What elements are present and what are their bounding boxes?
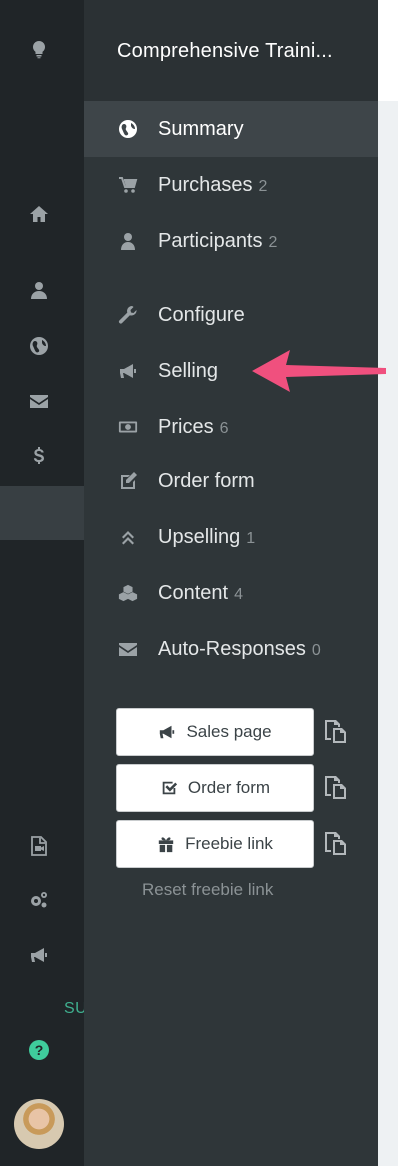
copy-icon[interactable] — [322, 718, 348, 744]
globe-icon[interactable] — [26, 333, 52, 359]
help-icon[interactable]: ? — [29, 1040, 49, 1060]
nav-item-purchases[interactable]: Purchases 2 — [84, 157, 378, 213]
nav-label: Prices 6 — [158, 415, 229, 438]
video-file-icon[interactable] — [26, 833, 52, 859]
megaphone-icon — [117, 360, 139, 382]
nav-count: 1 — [246, 529, 256, 547]
freebie-link-label: Freebie link — [185, 834, 273, 853]
gift-icon — [158, 837, 174, 853]
nav-label: Content 4 — [158, 581, 243, 604]
globe-icon — [117, 118, 139, 140]
envelope-icon — [117, 638, 139, 660]
course-title[interactable]: Comprehensive Traini... — [117, 40, 357, 63]
nav-item-order-form[interactable]: Order form — [84, 453, 378, 509]
reset-freebie-link[interactable]: Reset freebie link — [142, 880, 273, 900]
megaphone-icon — [160, 725, 175, 739]
rail-active-slot[interactable] — [0, 486, 84, 540]
nav-label: Participants 2 — [158, 229, 278, 252]
nav-label: Configure — [158, 303, 245, 326]
megaphone-icon[interactable] — [26, 942, 52, 968]
support-label[interactable]: SU — [64, 1000, 84, 1018]
nav-count: 4 — [234, 585, 243, 603]
nav-count: 6 — [219, 419, 229, 437]
copy-icon[interactable] — [322, 774, 348, 800]
wrench-icon — [117, 304, 139, 326]
nav-item-participants[interactable]: Participants 2 — [84, 213, 378, 269]
cubes-icon — [117, 582, 139, 604]
nav-item-prices[interactable]: Prices 6 — [84, 399, 378, 455]
nav-item-summary[interactable]: Summary — [84, 101, 378, 157]
icon-rail: SU ? — [0, 0, 84, 1166]
user-icon[interactable] — [26, 277, 52, 303]
avatar[interactable] — [14, 1099, 64, 1149]
home-icon[interactable] — [26, 201, 52, 227]
nav-count: 2 — [258, 177, 268, 195]
edit-icon — [117, 470, 139, 492]
course-panel: Comprehensive Traini... Summary Purchase… — [84, 0, 378, 1166]
sales-page-button[interactable]: Sales page — [116, 708, 314, 756]
nav-label: Purchases 2 — [158, 173, 268, 196]
nav-label: Order form — [158, 469, 255, 492]
envelope-icon[interactable] — [26, 388, 52, 414]
nav-count: 2 — [268, 233, 278, 251]
nav-item-auto-responses[interactable]: Auto-Responses 0 — [84, 621, 378, 677]
order-form-button[interactable]: Order form — [116, 764, 314, 812]
cart-icon — [117, 174, 139, 196]
nav-item-configure[interactable]: Configure — [84, 287, 378, 343]
nav-label: Auto-Responses 0 — [158, 637, 321, 660]
money-icon — [117, 416, 139, 438]
panel-header: Comprehensive Traini... — [84, 0, 378, 101]
sales-page-label: Sales page — [186, 722, 272, 741]
checkbox-icon — [162, 781, 178, 795]
nav-item-upselling[interactable]: Upselling 1 — [84, 509, 378, 565]
lightbulb-icon[interactable] — [26, 36, 52, 62]
sales-page-row: Sales page — [116, 708, 366, 756]
copy-icon[interactable] — [322, 830, 348, 856]
gears-icon[interactable] — [26, 887, 52, 913]
order-form-row: Order form — [116, 764, 366, 812]
nav-count: 0 — [311, 641, 321, 659]
freebie-link-button[interactable]: Freebie link — [116, 820, 314, 868]
nav-label: Summary — [158, 117, 244, 140]
nav-item-content[interactable]: Content 4 — [84, 565, 378, 621]
freebie-link-row: Freebie link — [116, 820, 366, 868]
nav-label: Selling — [158, 359, 219, 382]
user-icon — [117, 230, 139, 252]
order-form-label: Order form — [187, 778, 271, 797]
annotation-arrow — [252, 350, 386, 392]
double-chevron-up-icon — [117, 526, 139, 548]
dollar-icon[interactable] — [26, 443, 52, 469]
content-gutter — [378, 101, 398, 1166]
nav-label: Upselling 1 — [158, 525, 256, 548]
